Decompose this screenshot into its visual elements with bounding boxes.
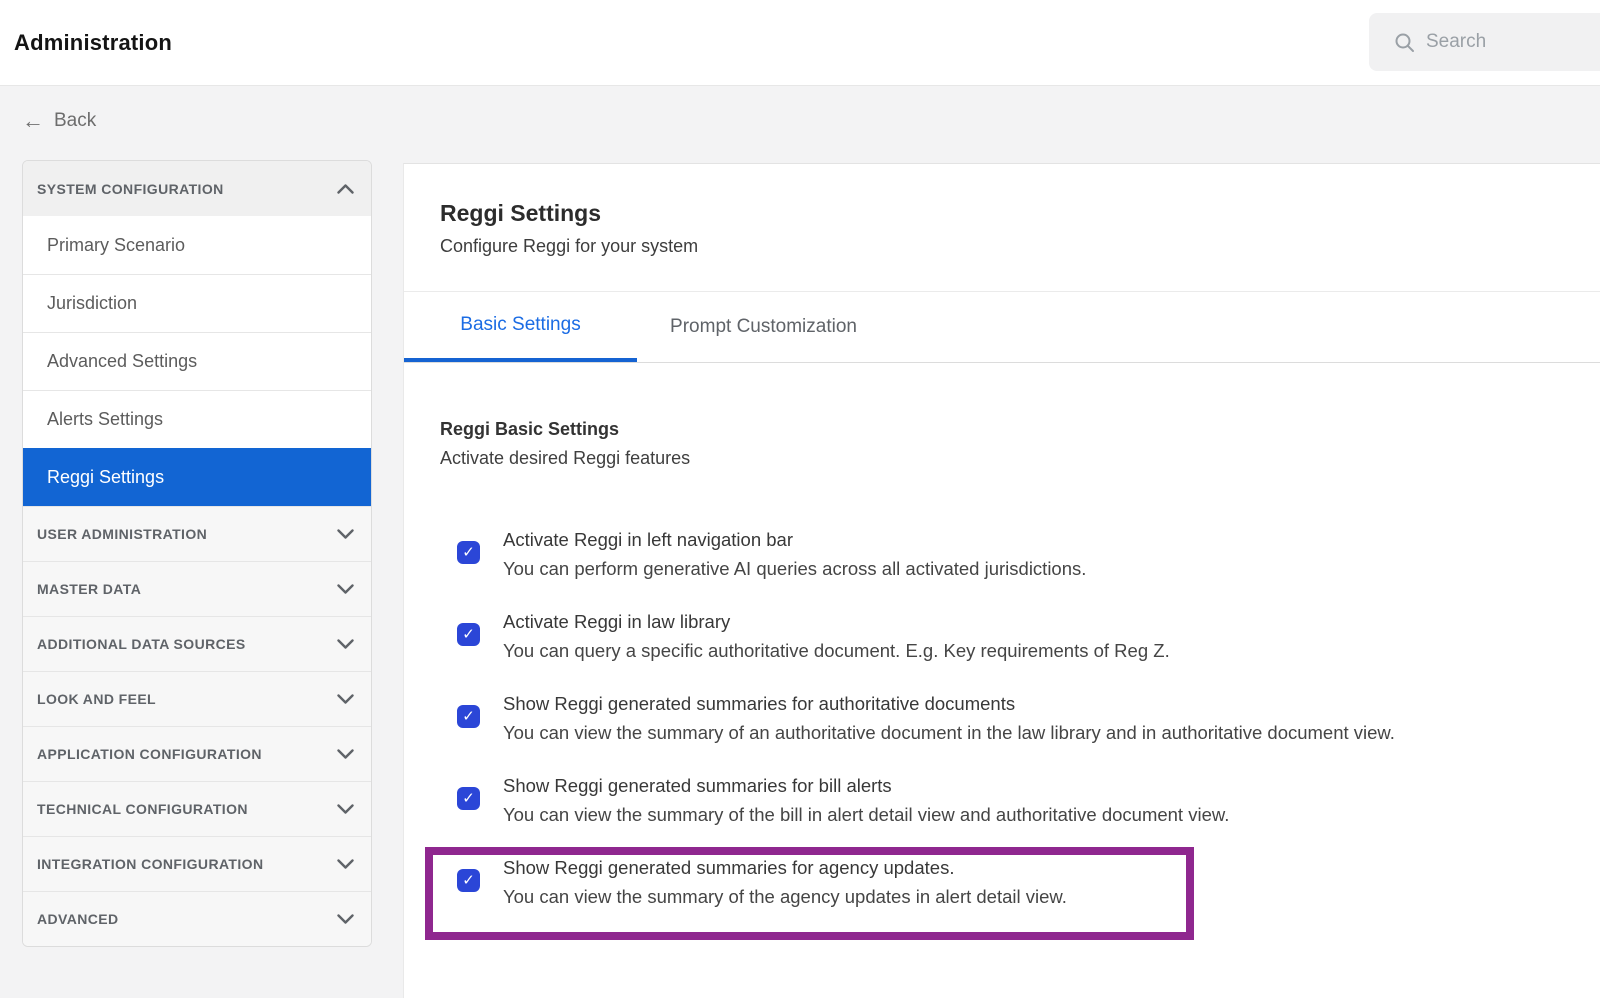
page-title: Administration [14,30,172,56]
chevron-down-icon [337,804,354,814]
top-bar: Administration Search [0,0,1600,86]
setting-description: You can query a specific authoritative d… [503,636,1170,665]
sidebar-section-label: USER ADMINISTRATION [37,526,207,542]
setting-row-agency-updates: ✓ Show Reggi generated summaries for age… [457,853,1067,911]
setting-description: You can view the summary of an authorita… [503,718,1395,747]
sidebar-section-application-configuration[interactable]: APPLICATION CONFIGURATION [23,726,371,781]
chevron-down-icon [337,749,354,759]
setting-title: Activate Reggi in law library [503,607,1170,636]
sidebar-section-label: MASTER DATA [37,581,141,597]
setting-row-law-library: ✓ Activate Reggi in law library You can … [457,607,1170,665]
section-title: Reggi Basic Settings [440,419,1600,440]
sidebar-item-primary-scenario[interactable]: Primary Scenario [23,216,371,274]
chevron-up-icon [337,184,354,194]
tab-label: Basic Settings [460,314,580,336]
checkbox-checked[interactable]: ✓ [457,869,480,892]
basic-settings-content: Reggi Basic Settings Activate desired Re… [404,363,1600,911]
reggi-settings-panel: Reggi Settings Configure Reggi for your … [403,163,1600,998]
sidebar-section-label: INTEGRATION CONFIGURATION [37,856,263,872]
search-icon [1394,32,1415,53]
section-subtitle: Activate desired Reggi features [440,448,1600,469]
search-input[interactable]: Search [1369,13,1600,71]
sidebar-section-label: SYSTEM CONFIGURATION [37,181,224,197]
setting-description: You can view the summary of the agency u… [503,882,1067,911]
tab-label: Prompt Customization [670,316,857,338]
panel-title: Reggi Settings [440,200,1564,227]
sidebar-section-look-and-feel[interactable]: LOOK AND FEEL [23,671,371,726]
chevron-down-icon [337,639,354,649]
search-placeholder: Search [1426,31,1486,53]
setting-text: Activate Reggi in left navigation bar Yo… [503,525,1086,583]
sidebar-section-label: TECHNICAL CONFIGURATION [37,801,248,817]
sidebar-item-label: Alerts Settings [47,409,163,430]
arrow-left-icon: ← [22,110,44,132]
sidebar-section-advanced[interactable]: ADVANCED [23,891,371,946]
setting-title: Show Reggi generated summaries for bill … [503,771,1229,800]
sidebar-section-user-administration[interactable]: USER ADMINISTRATION [23,506,371,561]
sidebar-item-jurisdiction[interactable]: Jurisdiction [23,274,371,332]
chevron-down-icon [337,529,354,539]
sidebar-section-technical-configuration[interactable]: TECHNICAL CONFIGURATION [23,781,371,836]
sidebar-item-alerts-settings[interactable]: Alerts Settings [23,390,371,448]
setting-row-left-navigation: ✓ Activate Reggi in left navigation bar … [457,525,1086,583]
tab-prompt-customization[interactable]: Prompt Customization [637,292,890,362]
back-button[interactable]: ← Back [22,107,96,135]
checkbox-checked[interactable]: ✓ [457,541,480,564]
checkbox-checked[interactable]: ✓ [457,705,480,728]
sidebar-section-additional-data-sources[interactable]: ADDITIONAL DATA SOURCES [23,616,371,671]
sidebar-section-system-configuration[interactable]: SYSTEM CONFIGURATION [23,161,371,216]
chevron-down-icon [337,859,354,869]
sidebar-section-label: APPLICATION CONFIGURATION [37,746,262,762]
setting-row-authoritative-documents: ✓ Show Reggi generated summaries for aut… [457,689,1395,747]
setting-description: You can view the summary of the bill in … [503,800,1229,829]
settings-list: ✓ Activate Reggi in left navigation bar … [457,525,1600,911]
sidebar-section-integration-configuration[interactable]: INTEGRATION CONFIGURATION [23,836,371,891]
sidebar-item-label: Advanced Settings [47,351,197,372]
setting-text: Activate Reggi in law library You can qu… [503,607,1170,665]
panel-subtitle: Configure Reggi for your system [440,236,1564,257]
checkbox-checked[interactable]: ✓ [457,787,480,810]
setting-row-bill-alerts: ✓ Show Reggi generated summaries for bil… [457,771,1229,829]
setting-title: Show Reggi generated summaries for autho… [503,689,1395,718]
setting-title: Activate Reggi in left navigation bar [503,525,1086,554]
chevron-down-icon [337,584,354,594]
sidebar-item-label: Jurisdiction [47,293,137,314]
panel-header: Reggi Settings Configure Reggi for your … [404,164,1600,292]
chevron-down-icon [337,694,354,704]
tab-basic-settings[interactable]: Basic Settings [404,292,637,362]
setting-text: Show Reggi generated summaries for agenc… [503,853,1067,911]
sidebar-item-label: Primary Scenario [47,235,185,256]
chevron-down-icon [337,914,354,924]
back-label: Back [54,110,96,132]
checkbox-checked[interactable]: ✓ [457,623,480,646]
setting-text: Show Reggi generated summaries for bill … [503,771,1229,829]
setting-description: You can perform generative AI queries ac… [503,554,1086,583]
sidebar-item-label: Reggi Settings [47,467,164,488]
settings-sidebar: SYSTEM CONFIGURATION Primary Scenario Ju… [22,160,372,947]
sidebar-item-advanced-settings[interactable]: Advanced Settings [23,332,371,390]
sidebar-section-label: ADVANCED [37,911,119,927]
settings-tab-bar: Basic Settings Prompt Customization [404,292,1600,363]
sidebar-section-label: LOOK AND FEEL [37,691,156,707]
setting-text: Show Reggi generated summaries for autho… [503,689,1395,747]
sidebar-section-label: ADDITIONAL DATA SOURCES [37,636,246,652]
sidebar-section-master-data[interactable]: MASTER DATA [23,561,371,616]
setting-title: Show Reggi generated summaries for agenc… [503,853,1067,882]
sidebar-item-reggi-settings[interactable]: Reggi Settings [23,448,371,506]
